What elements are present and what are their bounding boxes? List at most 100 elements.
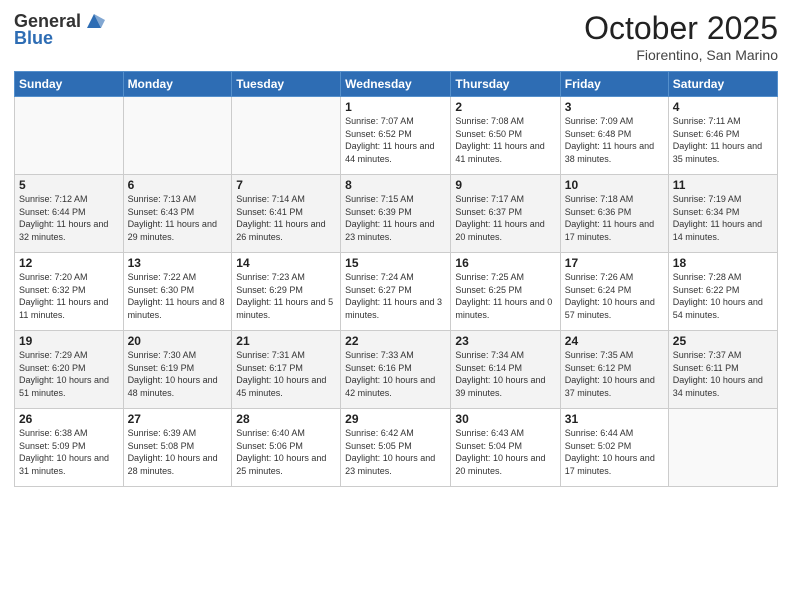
- day-number: 10: [565, 178, 664, 192]
- day-info: Sunrise: 7:15 AMSunset: 6:39 PMDaylight:…: [345, 193, 446, 243]
- day-number: 8: [345, 178, 446, 192]
- calendar-cell: 5Sunrise: 7:12 AMSunset: 6:44 PMDaylight…: [15, 175, 124, 253]
- day-number: 11: [673, 178, 773, 192]
- day-number: 17: [565, 256, 664, 270]
- day-number: 18: [673, 256, 773, 270]
- col-thursday: Thursday: [451, 72, 560, 97]
- day-info: Sunrise: 7:30 AMSunset: 6:19 PMDaylight:…: [128, 349, 228, 399]
- day-info: Sunrise: 7:09 AMSunset: 6:48 PMDaylight:…: [565, 115, 664, 165]
- calendar-cell: [668, 409, 777, 487]
- calendar-cell: 17Sunrise: 7:26 AMSunset: 6:24 PMDayligh…: [560, 253, 668, 331]
- calendar-cell: 10Sunrise: 7:18 AMSunset: 6:36 PMDayligh…: [560, 175, 668, 253]
- day-info: Sunrise: 7:37 AMSunset: 6:11 PMDaylight:…: [673, 349, 773, 399]
- day-number: 14: [236, 256, 336, 270]
- day-info: Sunrise: 7:29 AMSunset: 6:20 PMDaylight:…: [19, 349, 119, 399]
- month-title: October 2025: [584, 10, 778, 47]
- day-info: Sunrise: 7:12 AMSunset: 6:44 PMDaylight:…: [19, 193, 119, 243]
- calendar-cell: 9Sunrise: 7:17 AMSunset: 6:37 PMDaylight…: [451, 175, 560, 253]
- calendar-cell: [123, 97, 232, 175]
- calendar-week-row: 12Sunrise: 7:20 AMSunset: 6:32 PMDayligh…: [15, 253, 778, 331]
- day-number: 21: [236, 334, 336, 348]
- day-number: 2: [455, 100, 555, 114]
- day-info: Sunrise: 7:19 AMSunset: 6:34 PMDaylight:…: [673, 193, 773, 243]
- calendar-cell: 3Sunrise: 7:09 AMSunset: 6:48 PMDaylight…: [560, 97, 668, 175]
- day-number: 6: [128, 178, 228, 192]
- day-number: 25: [673, 334, 773, 348]
- day-number: 31: [565, 412, 664, 426]
- calendar-cell: 20Sunrise: 7:30 AMSunset: 6:19 PMDayligh…: [123, 331, 232, 409]
- col-tuesday: Tuesday: [232, 72, 341, 97]
- calendar-cell: 6Sunrise: 7:13 AMSunset: 6:43 PMDaylight…: [123, 175, 232, 253]
- day-number: 9: [455, 178, 555, 192]
- calendar-cell: 25Sunrise: 7:37 AMSunset: 6:11 PMDayligh…: [668, 331, 777, 409]
- calendar-cell: 4Sunrise: 7:11 AMSunset: 6:46 PMDaylight…: [668, 97, 777, 175]
- calendar-cell: 14Sunrise: 7:23 AMSunset: 6:29 PMDayligh…: [232, 253, 341, 331]
- calendar-cell: 24Sunrise: 7:35 AMSunset: 6:12 PMDayligh…: [560, 331, 668, 409]
- calendar-cell: 23Sunrise: 7:34 AMSunset: 6:14 PMDayligh…: [451, 331, 560, 409]
- calendar-cell: 11Sunrise: 7:19 AMSunset: 6:34 PMDayligh…: [668, 175, 777, 253]
- day-number: 30: [455, 412, 555, 426]
- day-number: 29: [345, 412, 446, 426]
- day-number: 23: [455, 334, 555, 348]
- day-number: 19: [19, 334, 119, 348]
- title-block: October 2025 Fiorentino, San Marino: [584, 10, 778, 63]
- day-info: Sunrise: 6:44 AMSunset: 5:02 PMDaylight:…: [565, 427, 664, 477]
- logo-icon: [83, 10, 105, 32]
- day-info: Sunrise: 7:13 AMSunset: 6:43 PMDaylight:…: [128, 193, 228, 243]
- calendar-cell: 13Sunrise: 7:22 AMSunset: 6:30 PMDayligh…: [123, 253, 232, 331]
- day-number: 20: [128, 334, 228, 348]
- day-info: Sunrise: 7:31 AMSunset: 6:17 PMDaylight:…: [236, 349, 336, 399]
- day-number: 24: [565, 334, 664, 348]
- calendar-cell: [232, 97, 341, 175]
- calendar-cell: [15, 97, 124, 175]
- day-info: Sunrise: 7:34 AMSunset: 6:14 PMDaylight:…: [455, 349, 555, 399]
- day-number: 5: [19, 178, 119, 192]
- header-row: Sunday Monday Tuesday Wednesday Thursday…: [15, 72, 778, 97]
- col-monday: Monday: [123, 72, 232, 97]
- calendar-cell: 26Sunrise: 6:38 AMSunset: 5:09 PMDayligh…: [15, 409, 124, 487]
- day-number: 12: [19, 256, 119, 270]
- day-info: Sunrise: 7:24 AMSunset: 6:27 PMDaylight:…: [345, 271, 446, 321]
- day-info: Sunrise: 7:25 AMSunset: 6:25 PMDaylight:…: [455, 271, 555, 321]
- calendar-cell: 15Sunrise: 7:24 AMSunset: 6:27 PMDayligh…: [341, 253, 451, 331]
- day-info: Sunrise: 7:35 AMSunset: 6:12 PMDaylight:…: [565, 349, 664, 399]
- calendar-cell: 2Sunrise: 7:08 AMSunset: 6:50 PMDaylight…: [451, 97, 560, 175]
- day-number: 26: [19, 412, 119, 426]
- calendar-cell: 29Sunrise: 6:42 AMSunset: 5:05 PMDayligh…: [341, 409, 451, 487]
- calendar-cell: 28Sunrise: 6:40 AMSunset: 5:06 PMDayligh…: [232, 409, 341, 487]
- day-number: 15: [345, 256, 446, 270]
- calendar-cell: 19Sunrise: 7:29 AMSunset: 6:20 PMDayligh…: [15, 331, 124, 409]
- calendar-table: Sunday Monday Tuesday Wednesday Thursday…: [14, 71, 778, 487]
- col-friday: Friday: [560, 72, 668, 97]
- col-wednesday: Wednesday: [341, 72, 451, 97]
- calendar-cell: 21Sunrise: 7:31 AMSunset: 6:17 PMDayligh…: [232, 331, 341, 409]
- calendar-week-row: 19Sunrise: 7:29 AMSunset: 6:20 PMDayligh…: [15, 331, 778, 409]
- page: General Blue October 2025 Fiorentino, Sa…: [0, 0, 792, 612]
- day-info: Sunrise: 6:40 AMSunset: 5:06 PMDaylight:…: [236, 427, 336, 477]
- day-info: Sunrise: 7:23 AMSunset: 6:29 PMDaylight:…: [236, 271, 336, 321]
- day-info: Sunrise: 7:08 AMSunset: 6:50 PMDaylight:…: [455, 115, 555, 165]
- day-number: 1: [345, 100, 446, 114]
- logo: General Blue: [14, 10, 105, 49]
- day-number: 27: [128, 412, 228, 426]
- day-info: Sunrise: 6:42 AMSunset: 5:05 PMDaylight:…: [345, 427, 446, 477]
- day-number: 16: [455, 256, 555, 270]
- calendar-cell: 12Sunrise: 7:20 AMSunset: 6:32 PMDayligh…: [15, 253, 124, 331]
- col-saturday: Saturday: [668, 72, 777, 97]
- calendar-cell: 16Sunrise: 7:25 AMSunset: 6:25 PMDayligh…: [451, 253, 560, 331]
- calendar-week-row: 26Sunrise: 6:38 AMSunset: 5:09 PMDayligh…: [15, 409, 778, 487]
- day-info: Sunrise: 7:17 AMSunset: 6:37 PMDaylight:…: [455, 193, 555, 243]
- calendar-cell: 8Sunrise: 7:15 AMSunset: 6:39 PMDaylight…: [341, 175, 451, 253]
- calendar-cell: 31Sunrise: 6:44 AMSunset: 5:02 PMDayligh…: [560, 409, 668, 487]
- day-info: Sunrise: 6:43 AMSunset: 5:04 PMDaylight:…: [455, 427, 555, 477]
- calendar-week-row: 5Sunrise: 7:12 AMSunset: 6:44 PMDaylight…: [15, 175, 778, 253]
- calendar-cell: 7Sunrise: 7:14 AMSunset: 6:41 PMDaylight…: [232, 175, 341, 253]
- calendar-cell: 27Sunrise: 6:39 AMSunset: 5:08 PMDayligh…: [123, 409, 232, 487]
- day-info: Sunrise: 7:22 AMSunset: 6:30 PMDaylight:…: [128, 271, 228, 321]
- day-info: Sunrise: 7:18 AMSunset: 6:36 PMDaylight:…: [565, 193, 664, 243]
- day-info: Sunrise: 7:14 AMSunset: 6:41 PMDaylight:…: [236, 193, 336, 243]
- header: General Blue October 2025 Fiorentino, Sa…: [14, 10, 778, 63]
- calendar-cell: 30Sunrise: 6:43 AMSunset: 5:04 PMDayligh…: [451, 409, 560, 487]
- day-info: Sunrise: 7:28 AMSunset: 6:22 PMDaylight:…: [673, 271, 773, 321]
- calendar-cell: 22Sunrise: 7:33 AMSunset: 6:16 PMDayligh…: [341, 331, 451, 409]
